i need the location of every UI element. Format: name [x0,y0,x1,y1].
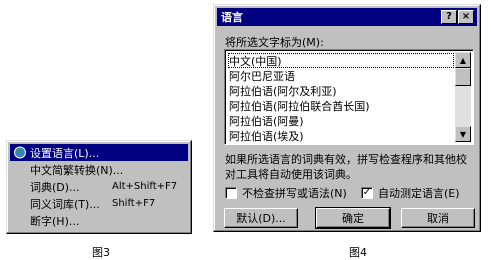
menu-item-chinese-conversion[interactable]: 中文简繁转换(N)... [10,161,188,178]
no-spell-check-label: 不检查拼写或语法(N) [242,187,347,200]
dictionary-note: 如果所选语言的词典有效，拼写检查程序和其他校对工具将自动使用该词典。 [225,153,467,181]
auto-detect-label: 自动测定语言(E) [378,187,460,200]
language-listbox[interactable]: 中文(中国) 阿尔巴尼亚语 阿拉伯语(阿尔及利亚) 阿拉伯语(阿拉伯联合酋长国)… [224,49,474,145]
scroll-down-arrow-icon[interactable]: ▼ [455,126,471,142]
menu-item-label: 中文简繁转换(N)... [30,163,124,177]
default-button[interactable]: 默认(D)... [224,208,298,228]
cancel-button[interactable]: 取消 [401,208,475,228]
menu-item-thesaurus[interactable]: 同义词库(T)... Shift+F7 [10,195,188,212]
dialog-titlebar: 语言 ? × [217,8,477,26]
language-context-menu: 设置语言(L)... 中文简繁转换(N)... 词典(D)... Alt+Shi… [6,140,192,234]
language-option[interactable]: 阿拉伯语(阿尔及利亚) [228,83,454,98]
language-option[interactable]: 阿拉伯语(埃及) [228,128,454,143]
language-option[interactable]: 阿拉伯语(阿曼) [228,113,454,128]
checkmark-icon: ✓ [362,187,372,198]
menu-item-shortcut: Alt+Shift+F7 [112,181,178,192]
menu-item-label: 断字(H)... [30,214,80,228]
menu-item-dictionary[interactable]: 词典(D)... Alt+Shift+F7 [10,178,188,195]
language-option[interactable]: 阿拉伯语(阿拉伯联合酋长国) [228,98,454,113]
language-globe-icon [14,146,26,159]
language-dialog: 语言 ? × 将所选文字标为(M): 中文(中国) 阿尔巴尼亚语 阿拉伯语(阿尔… [213,4,481,232]
menu-item-hyphenation[interactable]: 断字(H)... [10,212,188,229]
no-spell-check-option[interactable]: 不检查拼写或语法(N) [225,185,347,201]
language-option[interactable]: 阿尔巴尼亚语 [228,68,454,83]
menu-item-shortcut: Shift+F7 [112,198,156,209]
dialog-title: 语言 [221,11,243,24]
auto-detect-checkbox[interactable]: ✓ [361,187,373,199]
list-scrollbar[interactable]: ▲ ▼ [455,52,471,142]
help-icon: ? [446,11,452,22]
language-list-label: 将所选文字标为(M): [225,36,324,49]
menu-item-label: 同义词库(T)... [30,197,100,211]
no-spell-check-checkbox[interactable] [225,187,237,199]
menu-item-label: 词典(D)... [30,180,80,194]
menu-item-label: 设置语言(L)... [30,146,100,160]
figure-4-caption: 图4 [349,246,367,259]
auto-detect-option[interactable]: ✓ 自动测定语言(E) [361,185,460,201]
close-icon: × [461,11,471,22]
language-option-selected[interactable]: 中文(中国) [228,53,454,68]
scroll-thumb[interactable] [455,68,471,86]
close-button[interactable]: × [458,10,474,24]
scroll-up-arrow-icon[interactable]: ▲ [455,52,471,68]
ok-button[interactable]: 确定 [315,207,391,229]
help-button[interactable]: ? [441,10,457,24]
menu-item-set-language[interactable]: 设置语言(L)... [10,144,188,161]
figure-3-caption: 图3 [92,246,110,259]
